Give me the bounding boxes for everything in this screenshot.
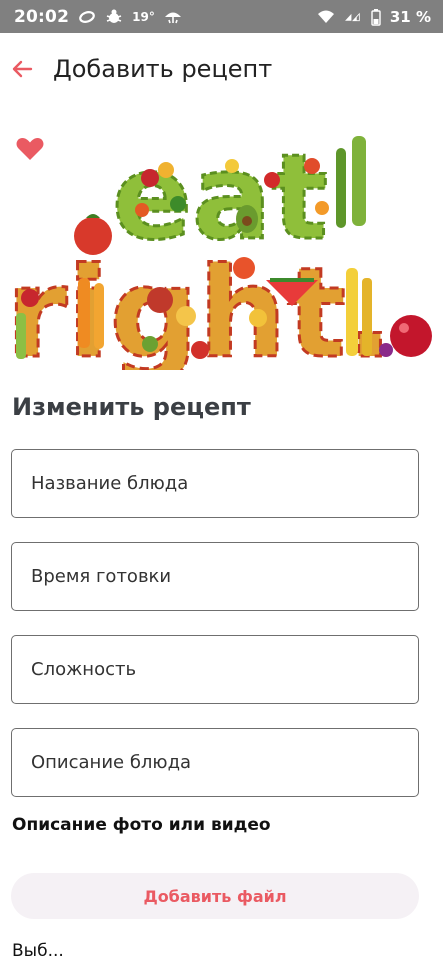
- description-field[interactable]: [11, 728, 419, 797]
- difficulty-input[interactable]: [31, 659, 418, 680]
- form-heading: Изменить рецепт: [12, 393, 251, 421]
- weather-icon: [164, 8, 182, 26]
- status-bar: 20:02 19° 31 %: [0, 0, 443, 33]
- difficulty-field[interactable]: [11, 635, 419, 704]
- battery-icon: [371, 8, 381, 26]
- cook-time-field[interactable]: [11, 542, 419, 611]
- hero-image: eat right.: [0, 118, 443, 370]
- wifi-icon: [317, 8, 335, 26]
- partial-next-label: Выб...: [12, 941, 64, 961]
- battery-level: 31 %: [389, 7, 431, 26]
- dish-name-field[interactable]: [11, 449, 419, 518]
- app-bar: Добавить рецепт: [0, 33, 443, 107]
- signal-icon: [344, 8, 362, 26]
- bug-icon: [105, 8, 123, 26]
- back-button[interactable]: [6, 53, 38, 85]
- description-input[interactable]: [31, 752, 418, 773]
- status-temperature: 19°: [132, 9, 155, 24]
- add-file-button[interactable]: Добавить файл: [11, 873, 419, 919]
- sync-icon: [78, 8, 96, 26]
- status-time: 20:02: [14, 6, 70, 27]
- favorite-button[interactable]: [15, 136, 45, 162]
- dish-name-input[interactable]: [31, 473, 418, 494]
- page-title: Добавить рецепт: [53, 55, 273, 83]
- arrow-left-icon: [12, 60, 33, 78]
- media-label: Описание фото или видео: [12, 815, 271, 835]
- cook-time-input[interactable]: [31, 566, 418, 587]
- heart-icon: [16, 138, 44, 160]
